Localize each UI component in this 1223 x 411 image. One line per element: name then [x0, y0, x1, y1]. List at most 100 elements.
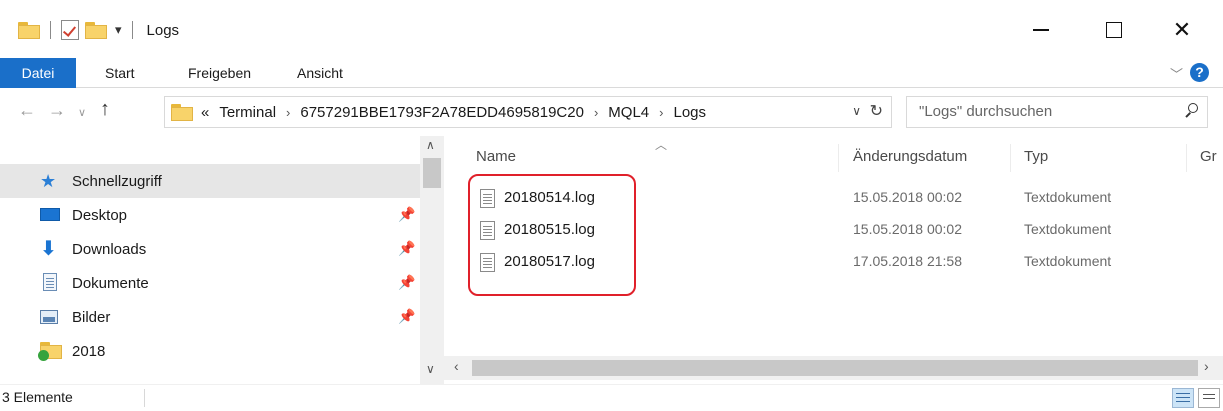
file-date: 17.05.2018 21:58 — [853, 253, 962, 269]
breadcrumb-mql4[interactable]: MQL4 — [608, 104, 649, 121]
breadcrumb-terminal[interactable]: Terminal — [219, 104, 276, 121]
nav-item-downloads[interactable]: ⬇ Downloads 📌 — [0, 232, 420, 266]
properties-icon[interactable] — [61, 20, 79, 40]
scrollbar-thumb[interactable] — [472, 360, 1198, 376]
chevron-right-icon[interactable]: › — [594, 105, 598, 120]
column-header-name[interactable]: Name — [476, 136, 516, 178]
text-file-icon — [480, 189, 495, 208]
file-name: 20180514.log — [504, 189, 595, 206]
pin-icon[interactable]: 📌 — [398, 308, 415, 325]
folder-icon[interactable] — [18, 21, 40, 39]
search-icon[interactable] — [1185, 102, 1199, 118]
minimize-icon — [1033, 29, 1049, 31]
file-name: 20180515.log — [504, 221, 595, 238]
navigation-bar: ← → ∨ ↑ « Terminal › 6757291BBE1793F2A78… — [0, 88, 1223, 136]
maximize-icon — [1106, 22, 1122, 38]
help-icon[interactable]: ? — [1190, 63, 1209, 82]
nav-item-label: Downloads — [72, 240, 147, 258]
nav-item-quick-access[interactable]: ★ Schnellzugriff — [0, 164, 420, 198]
search-placeholder: "Logs" durchsuchen — [919, 103, 1053, 120]
item-count: 3 Elemente — [2, 389, 73, 405]
nav-item-documents[interactable]: Dokumente 📌 — [0, 266, 420, 300]
status-divider — [144, 389, 145, 407]
up-icon[interactable]: ↑ — [100, 98, 110, 121]
address-dropdown-icon[interactable]: ∨ — [852, 104, 861, 118]
chevron-right-icon[interactable]: › — [659, 105, 663, 120]
download-icon: ⬇ — [40, 238, 57, 260]
title-bar: ▾ Logs ✕ — [0, 0, 1223, 58]
column-header-date[interactable]: Änderungsdatum — [853, 136, 967, 178]
sort-ascending-icon: ︿ — [655, 138, 668, 152]
desktop-icon — [40, 205, 64, 225]
file-type: Textdokument — [1024, 221, 1112, 237]
nav-item-desktop[interactable]: Desktop 📌 — [0, 198, 420, 232]
nav-item-label: Desktop — [72, 206, 128, 224]
window-title: Logs — [146, 21, 180, 39]
scroll-down-icon[interactable]: ∨ — [426, 362, 435, 376]
nav-item-label: 2018 — [72, 342, 106, 360]
chevron-right-icon[interactable]: › — [286, 105, 290, 120]
search-input[interactable]: "Logs" durchsuchen — [906, 96, 1208, 128]
tab-file[interactable]: Datei — [0, 58, 76, 88]
tab-share[interactable]: Freigeben — [188, 58, 251, 88]
file-date: 15.05.2018 00:02 — [853, 189, 962, 205]
quick-access-toolbar: ▾ Logs — [18, 17, 179, 43]
status-bar: 3 Elemente — [0, 384, 1223, 411]
pin-icon[interactable]: 📌 — [398, 240, 415, 257]
column-header-size[interactable]: Gr — [1200, 136, 1217, 178]
column-divider[interactable] — [1186, 144, 1187, 172]
scroll-right-icon[interactable]: › — [1204, 358, 1209, 374]
column-header-type[interactable]: Typ — [1024, 136, 1048, 178]
close-button[interactable]: ✕ — [1153, 12, 1211, 48]
scroll-up-icon[interactable]: ∧ — [426, 138, 435, 152]
details-view-icon — [1176, 393, 1190, 394]
nav-item-label: Schnellzugriff — [72, 172, 162, 190]
nav-item-pictures[interactable]: Bilder 📌 — [0, 300, 420, 334]
close-icon: ✕ — [1172, 17, 1192, 42]
star-icon: ★ — [40, 171, 57, 191]
scrollbar-thumb[interactable] — [423, 158, 441, 188]
minimize-button[interactable] — [1012, 12, 1070, 48]
forward-icon[interactable]: → — [48, 100, 66, 121]
scroll-left-icon[interactable]: ‹ — [454, 358, 459, 374]
nav-item-2018[interactable]: 2018 — [0, 334, 420, 368]
customize-toolbar-dropdown-icon[interactable]: ▾ — [115, 22, 122, 38]
refresh-icon[interactable]: ↻ — [870, 101, 883, 121]
ribbon-tabs: Datei Start Freigeben Ansicht ﹀ ? — [0, 58, 1223, 88]
table-row[interactable]: 20180515.log 15.05.2018 00:02 Textdokume… — [464, 214, 1204, 246]
horizontal-scrollbar[interactable]: ‹ › — [444, 356, 1223, 380]
large-icons-view-icon — [1203, 394, 1215, 395]
breadcrumb-logs[interactable]: Logs — [673, 104, 706, 121]
text-file-icon — [480, 253, 495, 272]
pictures-icon — [40, 307, 64, 327]
table-row[interactable]: 20180514.log 15.05.2018 00:02 Textdokume… — [464, 182, 1204, 214]
maximize-button[interactable] — [1085, 12, 1143, 48]
large-icons-view-button[interactable] — [1198, 388, 1220, 408]
file-list: ︿ Name Änderungsdatum Typ Gr 20180514.lo… — [444, 136, 1223, 384]
file-date: 15.05.2018 00:02 — [853, 221, 962, 237]
pin-icon[interactable]: 📌 — [398, 274, 415, 291]
column-divider[interactable] — [1010, 144, 1011, 172]
table-row[interactable]: 20180517.log 17.05.2018 21:58 Textdokume… — [464, 246, 1204, 278]
nav-pane-scrollbar[interactable]: ∧ ∨ — [420, 136, 444, 384]
recent-locations-icon[interactable]: ∨ — [78, 106, 86, 119]
toolbar-separator — [131, 21, 133, 39]
details-view-button[interactable] — [1172, 388, 1194, 408]
folder-icon — [171, 103, 193, 121]
pin-icon[interactable]: 📌 — [398, 206, 415, 223]
tab-view[interactable]: Ansicht — [297, 58, 343, 88]
expand-ribbon-icon[interactable]: ﹀ — [1170, 64, 1183, 83]
tab-start[interactable]: Start — [105, 58, 135, 88]
nav-item-label: Dokumente — [72, 274, 149, 292]
back-icon[interactable]: ← — [18, 100, 36, 121]
column-divider[interactable] — [838, 144, 839, 172]
file-type: Textdokument — [1024, 253, 1112, 269]
new-folder-icon[interactable] — [85, 21, 107, 39]
nav-item-label: Bilder — [72, 308, 111, 326]
folder-icon — [38, 341, 64, 361]
address-bar[interactable]: « Terminal › 6757291BBE1793F2A78EDD46958… — [164, 96, 892, 128]
toolbar-separator — [50, 21, 51, 39]
breadcrumb-id[interactable]: 6757291BBE1793F2A78EDD4695819C20 — [300, 104, 584, 121]
documents-icon — [40, 273, 64, 293]
breadcrumb-overflow[interactable]: « — [201, 104, 209, 121]
